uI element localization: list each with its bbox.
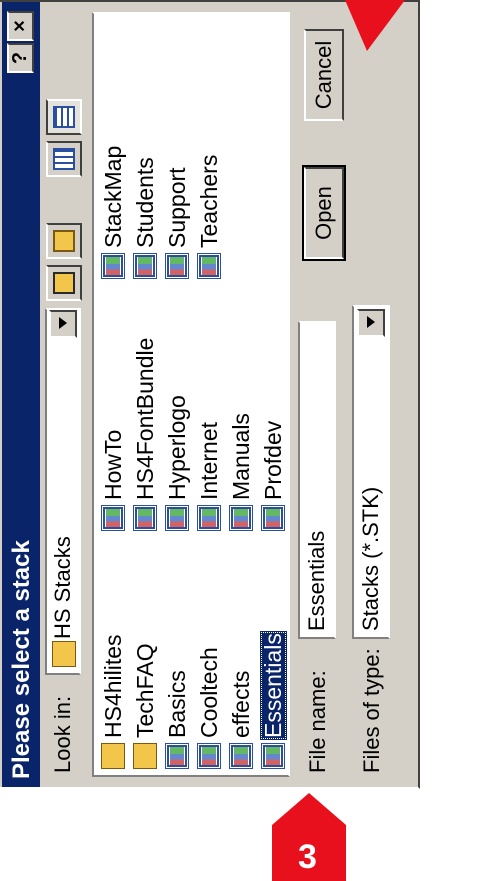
file-item-essentials[interactable]: Essentials — [258, 631, 288, 769]
up-one-level-icon[interactable] — [46, 265, 82, 301]
open-button[interactable]: Open — [303, 162, 345, 264]
stack-file-icon — [101, 505, 125, 531]
file-item-label: Cooltech — [195, 647, 222, 738]
file-type-value: Stacks (*.STK) — [358, 486, 383, 631]
file-item-basics[interactable]: Basics — [162, 668, 192, 769]
file-item-internet[interactable]: Internet — [194, 420, 224, 531]
file-item-label: Essentials — [259, 631, 287, 740]
stack-file-icon — [197, 505, 221, 531]
file-item-support[interactable]: Support — [162, 165, 192, 279]
select-stack-dialog: Please select a stack ? × Look in: HS St… — [0, 0, 420, 789]
file-item-label: HowTo — [99, 429, 126, 500]
file-item-label: TechFAQ — [131, 643, 158, 738]
stack-file-icon — [165, 253, 189, 279]
stack-file-icon — [133, 505, 157, 531]
file-item-hs4fontbundle[interactable]: HS4FontBundle — [130, 336, 160, 531]
file-type-dropdown-arrow[interactable] — [357, 309, 385, 337]
file-item-label: Hyperlogo — [163, 395, 190, 500]
close-button[interactable]: × — [7, 11, 34, 41]
file-item-label: Basics — [163, 670, 190, 738]
file-item-label: Teachers — [195, 154, 222, 248]
file-item-stackmap[interactable]: StackMap — [98, 144, 128, 279]
file-item-manuals[interactable]: Manuals — [226, 411, 256, 531]
file-name-label: File name: — [305, 670, 330, 773]
stack-file-icon — [229, 743, 253, 769]
file-item-cooltech[interactable]: Cooltech — [194, 645, 224, 769]
look-in-value: HS Stacks — [50, 536, 75, 639]
file-item-teachers[interactable]: Teachers — [194, 153, 224, 279]
folder-icon — [101, 743, 125, 769]
file-item-label: Support — [163, 167, 190, 248]
stack-file-icon — [101, 253, 125, 279]
list-view-icon[interactable] — [46, 141, 82, 177]
file-item-label: Internet — [195, 422, 222, 500]
file-item-label: effects — [227, 670, 254, 738]
file-item-profdev[interactable]: Profdev — [258, 419, 288, 531]
file-type-combobox[interactable]: Stacks (*.STK) — [352, 305, 390, 639]
stack-file-icon — [197, 253, 221, 279]
stack-file-icon — [197, 743, 221, 769]
file-item-effects[interactable]: effects — [226, 669, 256, 769]
stack-file-icon — [261, 505, 285, 531]
file-item-hyperlogo[interactable]: Hyperlogo — [162, 393, 192, 531]
details-view-icon[interactable] — [46, 99, 82, 135]
look-in-combobox[interactable]: HS Stacks — [45, 308, 81, 675]
folder-icon — [133, 743, 157, 769]
file-item-howto[interactable]: HowTo — [98, 428, 128, 531]
stack-file-icon — [165, 743, 189, 769]
file-item-hs4hilites[interactable]: HS4hilites — [98, 632, 128, 769]
file-item-label: HS4FontBundle — [131, 337, 158, 500]
stack-file-icon — [133, 253, 157, 279]
file-item-students[interactable]: Students — [130, 155, 160, 279]
file-item-label: StackMap — [99, 145, 126, 248]
pointer-arrow — [345, 0, 405, 51]
stack-file-icon — [261, 743, 285, 769]
file-name-field[interactable]: Essentials — [298, 321, 336, 639]
dialog-title: Please select a stack — [8, 540, 35, 779]
file-item-techfaq[interactable]: TechFAQ — [130, 641, 160, 769]
screenshot-stage: 3 Please select a stack ? × Look in: HS … — [0, 0, 502, 881]
stack-file-icon — [165, 505, 189, 531]
file-item-label: Profdev — [259, 420, 286, 500]
file-item-label: HS4hilites — [99, 634, 126, 738]
step-3-label: 3 — [298, 838, 317, 877]
look-in-dropdown-arrow[interactable] — [49, 310, 77, 338]
stack-file-icon — [229, 505, 253, 531]
create-new-folder-icon[interactable] — [46, 223, 82, 259]
folder-icon — [52, 641, 76, 667]
cancel-button[interactable]: Cancel — [304, 29, 344, 121]
file-name-value: Essentials — [304, 530, 329, 631]
file-list[interactable]: HS4hilites TechFAQ Basics Cooltech effects Es… — [92, 12, 290, 777]
file-item-label: Manuals — [227, 413, 254, 500]
file-item-label: Students — [131, 157, 158, 248]
look-in-label: Look in: — [50, 695, 75, 773]
title-bar: Please select a stack ? × — [2, 2, 40, 787]
help-button[interactable]: ? — [7, 43, 34, 73]
file-type-label: Files of type: — [359, 648, 384, 773]
